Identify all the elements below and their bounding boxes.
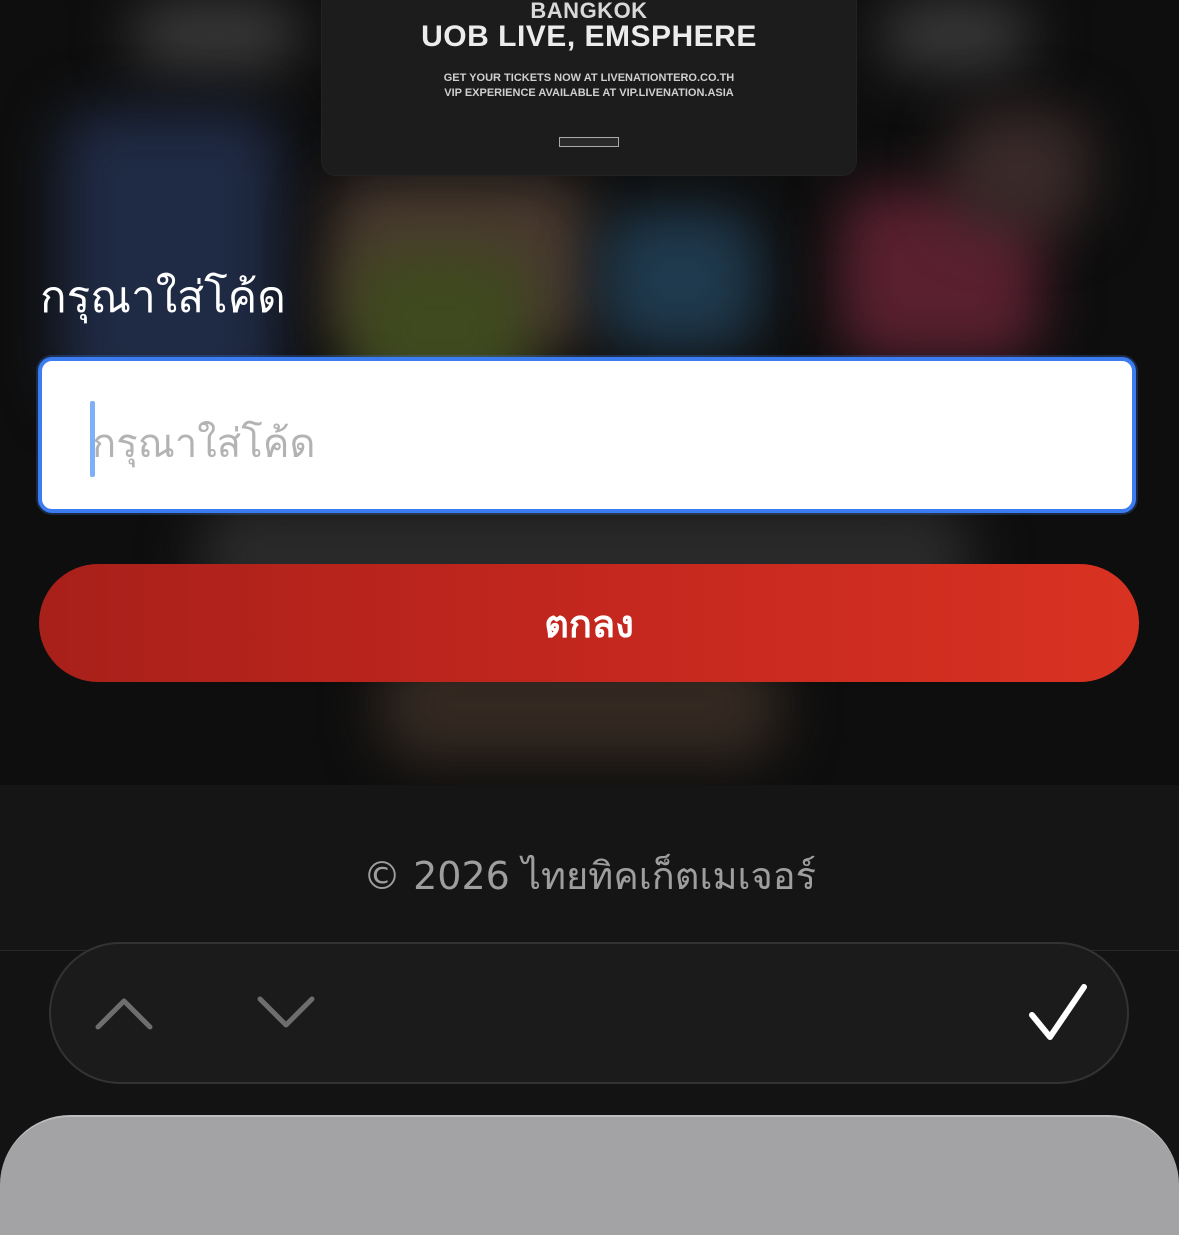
submit-button[interactable]: ตกลง — [39, 564, 1139, 682]
poster-vip-info: VIP EXPERIENCE AVAILABLE AT VIP.LIVENATI… — [444, 87, 734, 99]
checkmark-icon — [1029, 984, 1087, 1040]
copyright-text: © 2026 ไทยทิคเก็ตเมเจอร์ — [363, 854, 816, 898]
keyboard-toolbar — [49, 942, 1129, 1084]
poster-venue: UOB LIVE, EMSPHERE — [421, 20, 757, 53]
code-form-title: กรุณาใส่โค้ด — [40, 272, 286, 323]
code-input-placeholder: กรุณาใส่โค้ด — [92, 421, 316, 467]
chevron-down-icon — [257, 996, 315, 1028]
event-poster: BANGKOK UOB LIVE, EMSPHERE GET YOUR TICK… — [322, 0, 856, 175]
submit-button-label: ตกลง — [544, 601, 634, 646]
done-button[interactable] — [1003, 944, 1113, 1082]
previous-field-button[interactable] — [69, 944, 179, 1082]
system-keyboard — [0, 1115, 1179, 1235]
poster-ticket-info: GET YOUR TICKETS NOW AT LIVENATIONTERO.C… — [443, 72, 735, 84]
live-nation-logo — [559, 137, 619, 147]
code-input-field[interactable]: กรุณาใส่โค้ด — [38, 357, 1136, 513]
next-field-button[interactable] — [231, 944, 341, 1082]
chevron-up-icon — [95, 998, 153, 1030]
